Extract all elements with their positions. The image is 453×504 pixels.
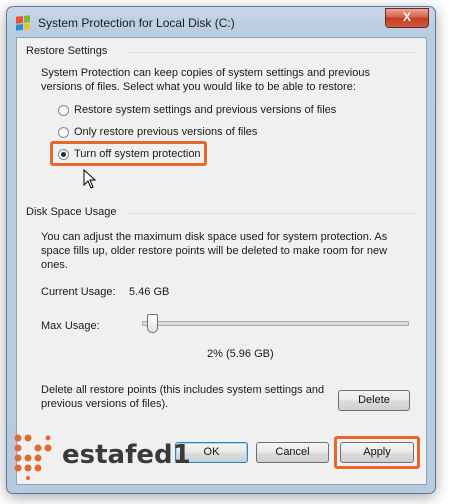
max-usage-label: Max Usage: xyxy=(41,320,100,332)
window-title: System Protection for Local Disk (C:) xyxy=(38,16,235,30)
max-usage-slider-track[interactable] xyxy=(142,321,409,326)
watermark-text: estafed1 xyxy=(62,440,191,470)
radio-only-previous-versions[interactable]: Only restore previous versions of files xyxy=(58,124,257,140)
close-button[interactable]: X xyxy=(385,8,429,28)
highlight-box xyxy=(50,141,207,166)
dialog-window: System Protection for Local Disk (C:) X … xyxy=(6,6,436,494)
disk-description: You can adjust the maximum disk space us… xyxy=(41,231,388,271)
delete-button[interactable]: Delete xyxy=(338,390,410,411)
estafed-logo-icon xyxy=(14,434,52,480)
delete-description: Delete all restore points (this includes… xyxy=(41,384,325,410)
restore-settings-heading: Restore Settings xyxy=(26,45,108,57)
radio-button[interactable] xyxy=(58,104,69,116)
radio-button[interactable] xyxy=(58,126,69,138)
section-divider xyxy=(127,52,416,53)
max-usage-slider-thumb[interactable] xyxy=(147,314,159,333)
highlight-box xyxy=(334,436,420,469)
cancel-button[interactable]: Cancel xyxy=(256,442,329,463)
mouse-cursor-icon xyxy=(83,169,97,189)
radio-label: Restore system settings and previous ver… xyxy=(74,104,337,116)
section-divider xyxy=(127,213,416,214)
dialog-client-area: Restore Settings System Protection can k… xyxy=(16,37,427,485)
current-usage-value: 5.46 GB xyxy=(129,286,170,298)
current-usage-label: Current Usage: xyxy=(41,286,116,298)
windows-logo-icon xyxy=(16,15,30,31)
radio-restore-settings-and-files[interactable]: Restore system settings and previous ver… xyxy=(58,102,336,118)
radio-label: Only restore previous versions of files xyxy=(74,126,258,138)
title-bar[interactable]: System Protection for Local Disk (C:) X xyxy=(7,7,435,37)
restore-description: System Protection can keep copies of sys… xyxy=(41,67,370,93)
max-usage-value: 2% (5.96 GB) xyxy=(207,348,274,360)
disk-space-heading: Disk Space Usage xyxy=(26,206,117,218)
